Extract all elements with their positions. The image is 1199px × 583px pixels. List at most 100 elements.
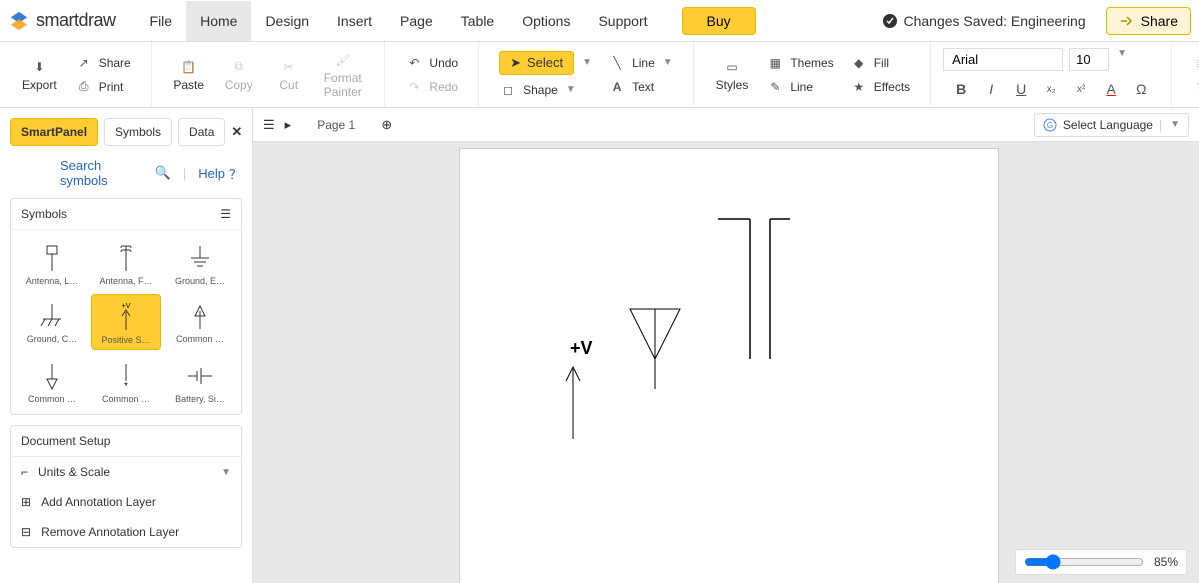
zoom-slider[interactable] <box>1024 554 1144 570</box>
caret-icon: ▼ <box>1117 48 1127 71</box>
undo-icon: ↶ <box>405 54 423 72</box>
zoom-value: 85% <box>1154 555 1178 569</box>
caret-icon: ▼ <box>663 57 673 68</box>
symbol-button[interactable]: Ω <box>1131 81 1151 97</box>
cut-button[interactable]: ✂Cut <box>264 46 314 103</box>
expand-icon[interactable]: ▸ <box>285 117 292 133</box>
export-button[interactable]: ⬇ Export <box>12 46 67 103</box>
menu-file[interactable]: File <box>136 1 187 41</box>
search-icon: 🔍 <box>155 165 171 181</box>
doc-setup-header: Document Setup <box>11 426 241 457</box>
paste-icon: 📋 <box>180 58 198 76</box>
menu-options[interactable]: Options <box>508 1 584 41</box>
add-layer-item[interactable]: ⊞Add Annotation Layer <box>11 487 241 517</box>
menu-support[interactable]: Support <box>584 1 661 41</box>
menu-insert[interactable]: Insert <box>323 1 386 41</box>
menu-table[interactable]: Table <box>447 1 508 41</box>
shape-tool[interactable]: ◻Shape▼ <box>491 79 600 101</box>
spacing-button[interactable]: ⇅Spacing <box>1184 76 1199 98</box>
underline-button[interactable]: U <box>1011 81 1031 97</box>
fill-button[interactable]: ◆Fill <box>842 52 918 74</box>
line-style-button[interactable]: ✎Line <box>758 76 841 98</box>
menu-page[interactable]: Page <box>386 1 447 41</box>
fill-icon: ◆ <box>850 54 868 72</box>
tab-symbols[interactable]: Symbols <box>104 118 172 146</box>
save-status: Changes Saved: Engineering <box>882 13 1086 29</box>
font-size-input[interactable] <box>1069 48 1109 71</box>
layer-add-icon: ⊞ <box>21 495 31 509</box>
symbol-ground-chassis[interactable]: Ground, C… <box>17 294 87 350</box>
help-link[interactable]: Help ？ <box>198 164 242 183</box>
copy-button[interactable]: ⧉Copy <box>214 46 264 103</box>
share-ribbon-button[interactable]: ↗Share <box>67 52 139 74</box>
menu-icon[interactable]: ☰ <box>220 207 231 221</box>
line-tool[interactable]: ╲Line▼ <box>600 52 681 74</box>
symbol-common-1[interactable]: Common … <box>165 294 235 350</box>
share-icon <box>1119 13 1135 29</box>
format-painter-button[interactable]: 🖌Format Painter <box>314 46 373 103</box>
symbols-section: Symbols ☰ Antenna, L… Antenna, F… Ground… <box>10 198 242 415</box>
cut-icon: ✂ <box>280 58 298 76</box>
close-panel-icon[interactable]: ✕ <box>231 124 242 140</box>
share-small-icon: ↗ <box>75 54 93 72</box>
logo-text: smartdraw <box>36 10 116 31</box>
bullet-button[interactable]: ≣Bullet <box>1184 52 1199 74</box>
redo-button[interactable]: ↷Redo <box>397 76 466 98</box>
italic-button[interactable]: I <box>981 81 1001 97</box>
star-icon: ★ <box>850 78 868 96</box>
canvas-area: ☰ ▸ Page 1 ⊕ G Select Language |▼ +V <box>253 108 1199 583</box>
spacing-icon: ⇅ <box>1192 78 1199 96</box>
share-button[interactable]: Share <box>1106 7 1191 35</box>
pen-icon: ✎ <box>766 78 784 96</box>
search-symbols-link[interactable]: Search symbols 🔍 <box>60 158 171 188</box>
superscript-button[interactable]: x² <box>1071 84 1091 95</box>
page-tab-1[interactable]: Page 1 <box>301 114 371 136</box>
drawing-page[interactable]: +V <box>459 148 999 583</box>
document-setup-section: Document Setup ⌐Units & Scale▼ ⊞Add Anno… <box>10 425 242 548</box>
print-button[interactable]: ⎙Print <box>67 76 139 98</box>
buy-button[interactable]: Buy <box>682 7 756 35</box>
redo-icon: ↷ <box>405 78 423 96</box>
caret-icon: ▼ <box>1170 119 1180 130</box>
text-tool[interactable]: AText <box>600 76 681 98</box>
styles-icon: ▭ <box>723 58 741 76</box>
symbol-common-2[interactable]: Common … <box>17 354 87 408</box>
select-tool[interactable]: ➤Select▼ <box>491 49 600 77</box>
copy-icon: ⧉ <box>230 58 248 76</box>
svg-text:+V: +V <box>122 303 131 310</box>
remove-layer-item[interactable]: ⊟Remove Annotation Layer <box>11 517 241 547</box>
save-status-text: Changes Saved: Engineering <box>904 13 1086 29</box>
bullet-icon: ≣ <box>1192 54 1199 72</box>
styles-button[interactable]: ▭Styles <box>706 46 759 103</box>
bold-button[interactable]: B <box>951 81 971 97</box>
units-scale-item[interactable]: ⌐Units & Scale▼ <box>11 457 241 487</box>
symbol-battery[interactable]: Battery, Si… <box>165 354 235 408</box>
menu-design[interactable]: Design <box>251 1 323 41</box>
paste-button[interactable]: 📋Paste <box>164 46 214 103</box>
ribbon-toolbar: ⬇ Export ↗Share ⎙Print 📋Paste ⧉Copy ✂Cut… <box>0 42 1199 108</box>
symbol-antenna-frame[interactable]: Antenna, F… <box>91 236 161 290</box>
cursor-icon: ➤ <box>510 55 521 71</box>
symbol-grid: Antenna, L… Antenna, F… Ground, E… Groun… <box>11 230 241 414</box>
font-color-button[interactable]: A <box>1101 81 1121 97</box>
svg-text:*: * <box>124 381 128 391</box>
undo-button[interactable]: ↶Undo <box>397 52 466 74</box>
language-select[interactable]: G Select Language |▼ <box>1034 113 1189 137</box>
menu-home[interactable]: Home <box>186 1 251 41</box>
symbol-antenna-loop[interactable]: Antenna, L… <box>17 236 87 290</box>
page-tab-bar: ☰ ▸ Page 1 ⊕ G Select Language |▼ <box>253 108 1199 142</box>
symbol-positive-supply[interactable]: +VPositive S… <box>91 294 161 350</box>
symbol-ground-earth[interactable]: Ground, E… <box>165 236 235 290</box>
outline-icon[interactable]: ☰ <box>263 117 275 133</box>
effects-button[interactable]: ★Effects <box>842 76 918 98</box>
app-logo[interactable]: smartdraw <box>8 10 116 32</box>
subscript-button[interactable]: x₂ <box>1041 84 1061 95</box>
font-family-input[interactable] <box>943 48 1063 71</box>
themes-button[interactable]: ▦Themes <box>758 52 841 74</box>
canvas-viewport[interactable]: +V 85% <box>253 142 1199 583</box>
symbol-common-3[interactable]: *Common … <box>91 354 161 408</box>
add-page-icon[interactable]: ⊕ <box>381 117 392 133</box>
tab-data[interactable]: Data <box>178 118 225 146</box>
tab-smartpanel[interactable]: SmartPanel <box>10 118 98 146</box>
chevron-down-icon: ▼ <box>221 467 231 478</box>
